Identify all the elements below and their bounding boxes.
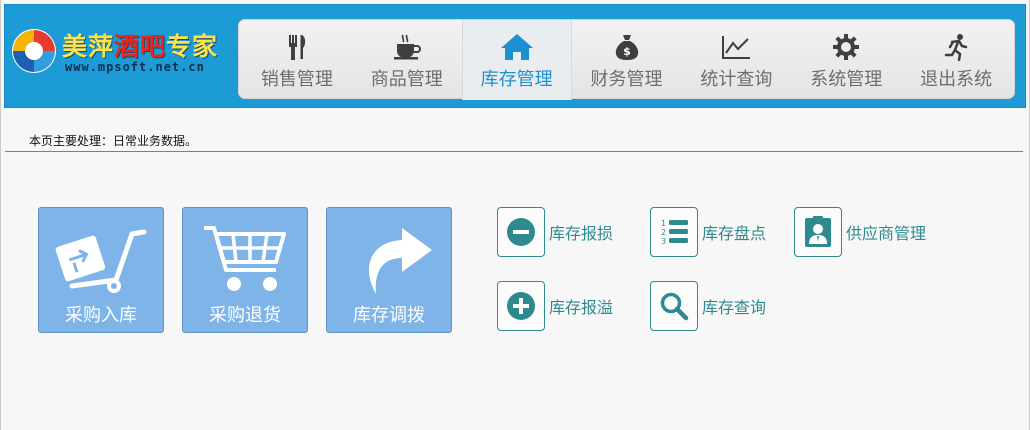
home-icon (500, 33, 534, 61)
magnifier-icon (660, 292, 689, 321)
quick-label: 库存盘点 (702, 224, 767, 243)
tile-label: 库存调拨 (353, 305, 425, 326)
nav-item-statistics[interactable]: 统计查询 (681, 20, 791, 100)
quick-label: 库存报溢 (549, 298, 614, 317)
quick-icon-box (497, 207, 545, 257)
main-nav: 销售管理 商品管理 库存管理 $ 财务管理 统计查询 系统管理 退出系统 (238, 19, 1015, 100)
divider (5, 151, 1023, 152)
quick-icon-box (497, 281, 545, 331)
nav-item-finance[interactable]: $ 财务管理 (572, 20, 682, 100)
svg-text:2: 2 (661, 228, 666, 237)
quick-icon-box (794, 207, 842, 257)
nav-label: 退出系统 (920, 69, 993, 90)
nav-label: 销售管理 (260, 69, 333, 90)
brand-title: 美萍酒吧专家 (62, 32, 219, 61)
logo-swirl-icon (12, 29, 56, 73)
nav-label: 库存管理 (480, 69, 553, 90)
quick-icon-box: 1 2 3 (650, 207, 698, 257)
inventory-transfer-button[interactable]: 库存调拨 (326, 207, 452, 333)
curved-arrow-icon (368, 228, 432, 294)
brand-logo: 美萍酒吧专家 www.mpsoft.net.cn (8, 23, 238, 83)
svg-text:1: 1 (661, 219, 666, 228)
gear-icon (829, 33, 863, 61)
plus-circle-icon (507, 292, 535, 320)
purchase-return-button[interactable]: 采购退货 (182, 207, 308, 333)
hand-truck-icon (55, 229, 147, 293)
nav-item-exit[interactable]: 退出系统 (901, 20, 1011, 100)
fork-knife-icon (280, 33, 314, 61)
quick-label: 库存报损 (549, 224, 614, 243)
quick-label: 供应商管理 (846, 224, 927, 243)
tile-label: 采购入库 (65, 305, 137, 326)
svg-text:3: 3 (661, 237, 666, 246)
inventory-overflow-link[interactable]: 库存报溢 (497, 281, 613, 331)
supplier-management-link[interactable]: 供应商管理 (794, 207, 926, 257)
svg-text:$: $ (623, 45, 631, 58)
minus-circle-icon (507, 218, 535, 246)
quick-icon-box (650, 281, 698, 331)
nav-label: 财务管理 (590, 69, 663, 90)
nav-item-products[interactable]: 商品管理 (352, 20, 462, 100)
money-bag-icon: $ (610, 33, 644, 61)
nav-item-system[interactable]: 系统管理 (791, 20, 901, 100)
nav-item-sales[interactable]: 销售管理 (242, 20, 352, 100)
shopping-cart-icon (204, 226, 286, 291)
nav-item-inventory[interactable]: 库存管理 (461, 20, 572, 100)
inventory-query-link[interactable]: 库存查询 (650, 281, 766, 331)
coffee-cup-icon (390, 33, 424, 61)
nav-label: 统计查询 (700, 69, 773, 90)
quick-label: 库存查询 (702, 298, 767, 317)
header-bar: 美萍酒吧专家 www.mpsoft.net.cn 销售管理 商品管理 库存管理 … (4, 4, 1026, 108)
brand-url: www.mpsoft.net.cn (65, 60, 205, 74)
purchase-inbound-button[interactable]: 采购入库 (38, 207, 164, 333)
numbered-list-icon: 1 2 3 (661, 219, 688, 246)
person-card-icon (805, 216, 831, 247)
inventory-stocktake-link[interactable]: 1 2 3 库存盘点 (650, 207, 766, 257)
page-description: 本页主要处理：日常业务数据。 (29, 134, 198, 148)
line-chart-icon (719, 33, 753, 61)
nav-label: 系统管理 (810, 69, 883, 90)
inventory-loss-link[interactable]: 库存报损 (497, 207, 613, 257)
running-man-icon (939, 33, 973, 61)
nav-label: 商品管理 (370, 69, 443, 90)
tile-label: 采购退货 (209, 305, 281, 326)
